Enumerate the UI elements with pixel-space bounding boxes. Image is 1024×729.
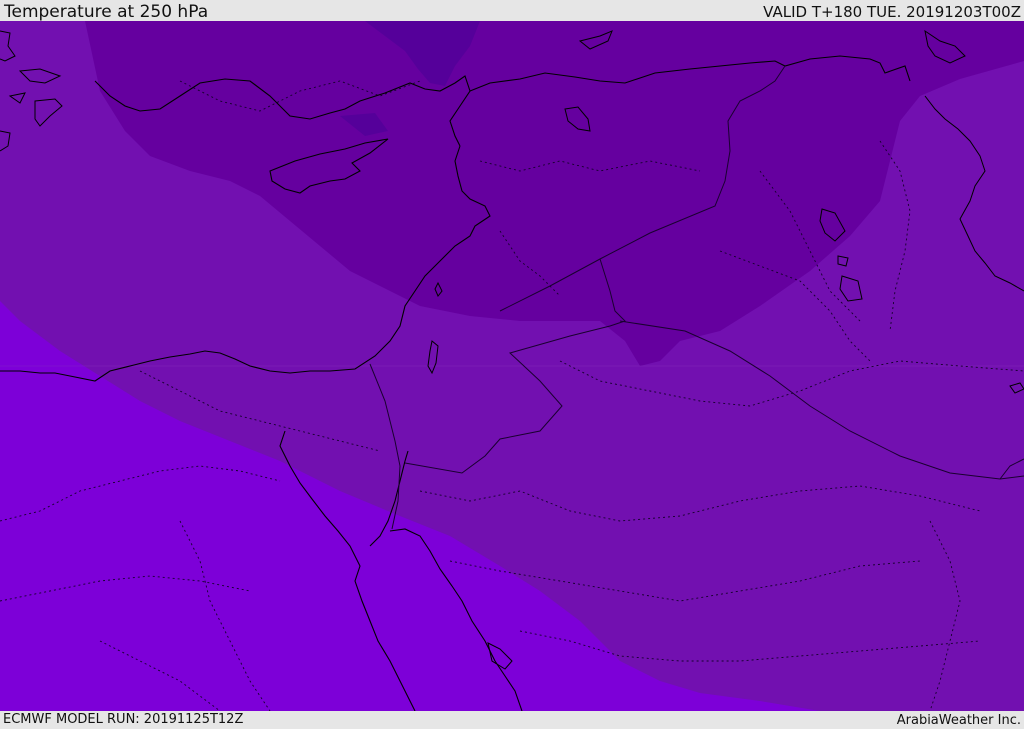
model-run: ECMWF MODEL RUN: 20191125T12Z: [3, 712, 244, 727]
header-bar: Temperature at 250 hPa VALID T+180 TUE. …: [0, 0, 1024, 21]
footer-bar: ECMWF MODEL RUN: 20191125T12Z ArabiaWeat…: [0, 711, 1024, 729]
temperature-map[interactable]: [0, 21, 1024, 711]
map-viewer: Temperature at 250 hPa VALID T+180 TUE. …: [0, 0, 1024, 729]
map-title: Temperature at 250 hPa: [4, 2, 209, 22]
credit-text: ArabiaWeather Inc.: [896, 713, 1021, 728]
valid-time: VALID T+180 TUE. 20191203T00Z: [763, 3, 1021, 21]
